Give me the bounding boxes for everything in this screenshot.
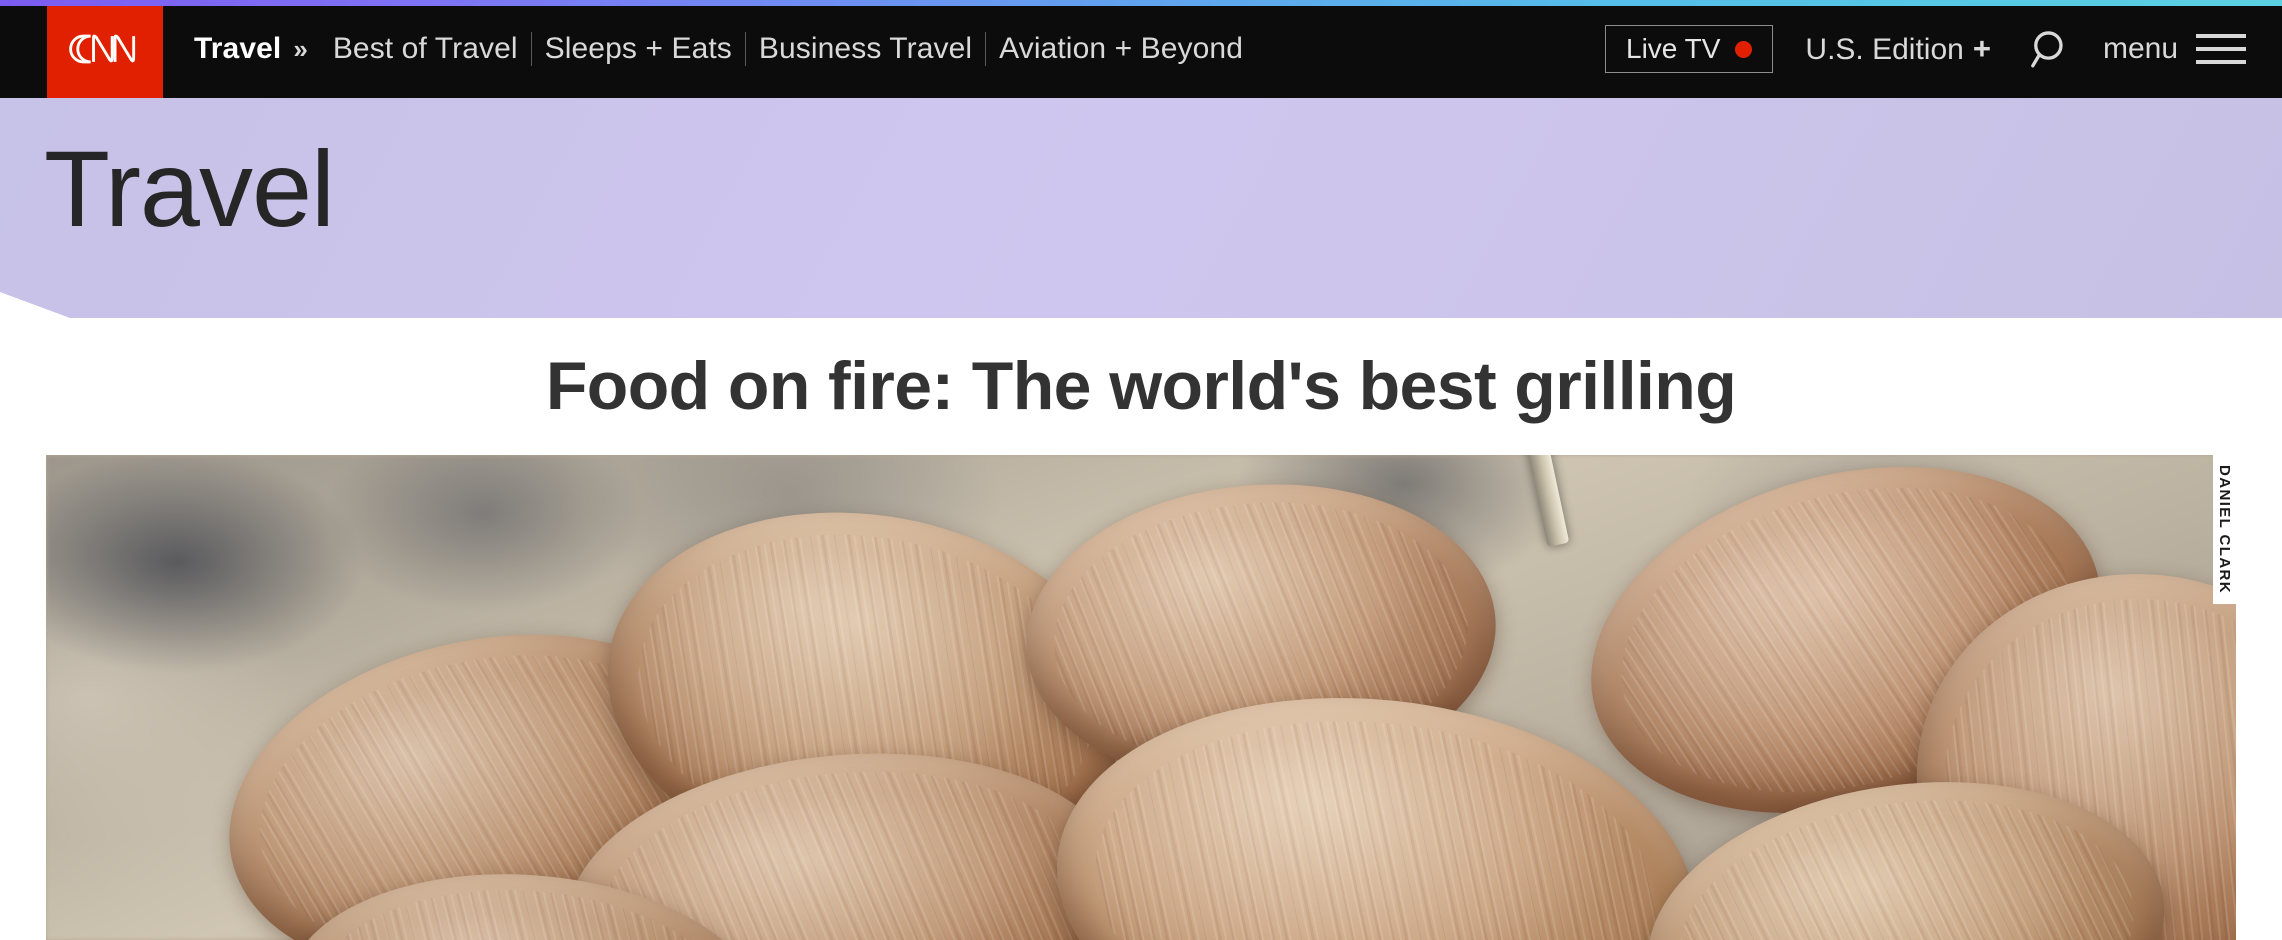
- chevron-double-right-icon[interactable]: »: [285, 34, 319, 65]
- site-header: Travel » Best of Travel Sleeps + Eats Bu…: [0, 0, 2282, 98]
- nav-link-business-travel[interactable]: Business Travel: [746, 32, 985, 66]
- live-tv-button[interactable]: Live TV: [1605, 25, 1774, 73]
- edition-selector[interactable]: U.S. Edition +: [1805, 31, 1991, 67]
- live-indicator-dot-icon: [1735, 40, 1753, 58]
- page-title[interactable]: Travel: [44, 129, 335, 249]
- hero-image-canvas: [46, 455, 2236, 940]
- nav-link-aviation-beyond[interactable]: Aviation + Beyond: [986, 32, 1256, 66]
- cnn-logo-mark: [69, 34, 136, 64]
- primary-nav: Travel » Best of Travel Sleeps + Eats Bu…: [190, 0, 1256, 98]
- hero-image[interactable]: DANIEL CLARK: [46, 455, 2236, 940]
- photo-credit: DANIEL CLARK: [2213, 455, 2236, 605]
- nav-section-travel[interactable]: Travel: [190, 32, 285, 66]
- menu-button[interactable]: menu: [2103, 32, 2246, 66]
- live-tv-label: Live TV: [1626, 33, 1721, 64]
- hamburger-icon: [2196, 34, 2246, 64]
- edition-plus-icon: +: [1972, 31, 1991, 66]
- search-icon: [2031, 31, 2063, 68]
- search-button[interactable]: [2021, 19, 2081, 79]
- cnn-logo[interactable]: [47, 0, 163, 98]
- edition-label: U.S. Edition: [1805, 33, 1964, 66]
- nav-link-best-of-travel[interactable]: Best of Travel: [320, 32, 531, 66]
- top-accent-strip: [0, 0, 2282, 6]
- article-body: Food on fire: The world's best grilling …: [0, 318, 2282, 940]
- section-banner: Travel: [0, 98, 2282, 318]
- article-headline: Food on fire: The world's best grilling: [545, 348, 1737, 424]
- menu-label: menu: [2102, 32, 2178, 65]
- nav-link-sleeps-eats[interactable]: Sleeps + Eats: [532, 32, 745, 66]
- header-utilities: Live TV U.S. Edition + menu: [1605, 0, 2246, 98]
